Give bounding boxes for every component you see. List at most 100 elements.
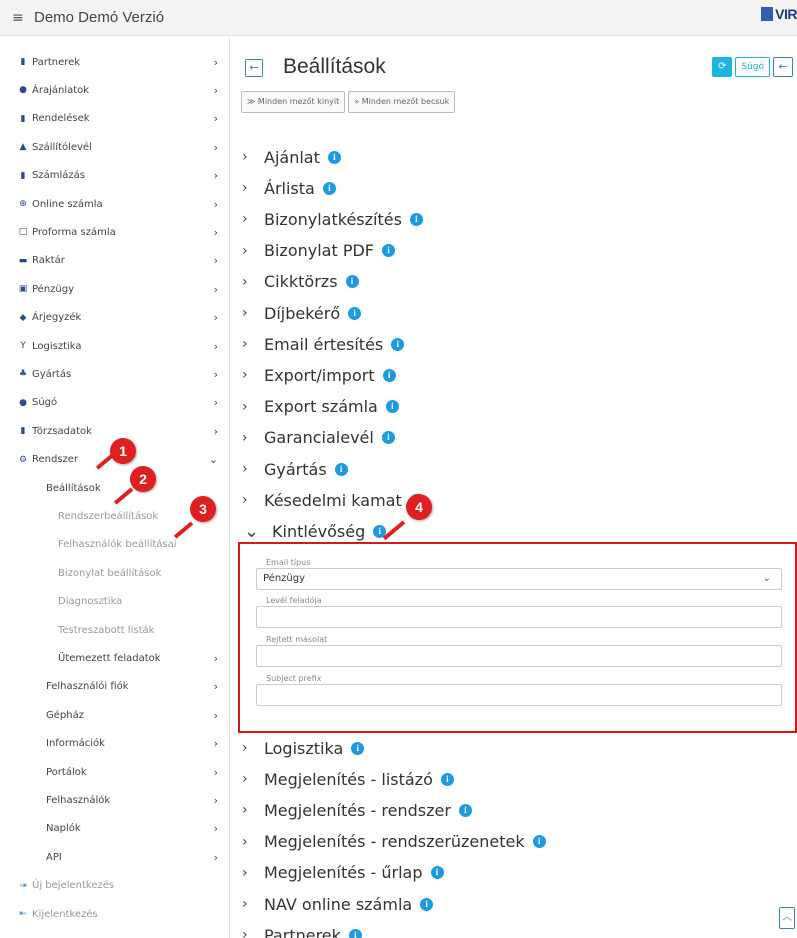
chevron-right-icon: › — [242, 180, 248, 197]
chevron-right-icon: › — [213, 822, 218, 836]
sidebar-item-label: Gyártás — [32, 368, 72, 380]
info-icon[interactable]: i — [382, 368, 396, 382]
sidebar-subitem-label: Portálok — [46, 766, 87, 778]
sidebar-subitem-gephaz[interactable]: Gépház › — [0, 701, 230, 729]
hamburger-menu-icon[interactable]: ≡ — [12, 10, 26, 26]
sidebar-item-sugo[interactable]: ● Súgó › — [0, 389, 230, 417]
expand-all-button[interactable]: ≫ Minden mezőt kinyit — [241, 91, 346, 113]
delivery-icon: ▲ — [19, 142, 27, 153]
section-email-ertesites[interactable]: › Email értesítés i — [242, 331, 405, 357]
sidebar-subitem-naplok[interactable]: Naplók › — [0, 815, 230, 843]
sidebar-item-szallitolevel[interactable]: ▲ Szállítólevél › — [0, 133, 230, 161]
sidebar-subitem-testreszabott-listak[interactable]: Testreszabott listák — [0, 616, 230, 644]
field-label: Rejtett másolat — [266, 635, 328, 644]
email-type-select[interactable]: Pénzügy ⌄ — [256, 568, 782, 590]
sidebar-subitem-label: Naplók — [46, 823, 81, 835]
info-icon[interactable]: i — [440, 772, 454, 786]
production-icon: ♣ — [18, 369, 28, 380]
section-kintlevoseg[interactable]: ⌄ Kintlévőség i — [242, 518, 387, 544]
sidebar-subitem-informaciok[interactable]: Információk › — [0, 730, 230, 758]
section-kesedelmi-kamat[interactable]: ›Késedelmi kamati — [242, 487, 423, 513]
section-megjelenites-urlap[interactable]: › Megjelenítés - űrlap i — [242, 860, 444, 886]
info-icon[interactable]: i — [327, 150, 341, 164]
chevron-right-icon: › — [242, 429, 248, 446]
sidebar-item-rendelesek[interactable]: ▮ Rendelések › — [0, 105, 230, 133]
sidebar-subitem-portalok[interactable]: Portálok › — [0, 758, 230, 786]
chevron-right-icon: › — [242, 492, 248, 509]
app-logo: VIR — [761, 6, 797, 22]
sidebar-item-szamlazas[interactable]: ▮ Számlázás › — [0, 162, 230, 190]
info-icon[interactable]: i — [430, 866, 444, 880]
info-icon[interactable]: i — [345, 275, 359, 289]
info-icon[interactable]: i — [382, 244, 395, 258]
section-logisztika[interactable]: › Logisztika i — [242, 735, 365, 761]
sidebar-subitem-felhasznalok-beallitasai[interactable]: Felhasználók beállításai — [0, 531, 230, 559]
collapse-all-button[interactable]: » Minden mezőt becsuk — [348, 91, 456, 113]
system-icon: ⚙ — [18, 454, 28, 465]
sidebar-item-gyartas[interactable]: ♣ Gyártás › — [0, 360, 230, 388]
section-nav-online-szamla[interactable]: › NAV online számla i — [242, 891, 434, 917]
back-button[interactable]: ← — [245, 59, 263, 77]
section-cikktorzs[interactable]: › Cikktörzs i — [242, 269, 359, 295]
sidebar-subitem-bizonylat-beallitasok[interactable]: Bizonylat beállítások — [0, 559, 230, 587]
sidebar-item-logisztika[interactable]: Y Logisztika › — [0, 332, 230, 360]
sidebar-item-arjegyzek[interactable]: ◆ Árjegyzék › — [0, 304, 230, 332]
sidebar-item-label: Raktár — [32, 255, 65, 267]
section-dijbekero[interactable]: › Díjbekérő i — [242, 300, 362, 326]
sidebar-subitem-api[interactable]: API › — [0, 843, 230, 871]
sidebar-item-arajanlatok[interactable]: ● Árajánlatok › — [0, 76, 230, 104]
level-feladoja-input[interactable] — [256, 606, 782, 628]
sidebar-item-label: Szállítólevél — [32, 141, 92, 153]
info-icon[interactable]: i — [322, 181, 336, 195]
chevron-right-icon: › — [213, 765, 218, 779]
money-icon: ▣ — [18, 284, 28, 295]
rejtett-masolat-input[interactable] — [256, 645, 782, 667]
section-arlista[interactable]: › Árlista i — [242, 175, 336, 201]
sidebar-subitem-utemezett-feladatok[interactable]: Ütemezett feladatok › — [0, 644, 230, 672]
sidebar-item-raktar[interactable]: ▬ Raktár › — [0, 247, 230, 275]
help-button[interactable]: Súgó — [735, 57, 770, 77]
section-megjelenites-rendszeruzenetek[interactable]: › Megjelenítés - rendszerüzenetek i — [242, 829, 546, 855]
section-ajanlat[interactable]: › Ajánlat i — [242, 144, 341, 170]
toolbar: ≫ Minden mezőt kinyit » Minden mezőt bec… — [241, 91, 456, 113]
info-icon[interactable]: i — [391, 337, 405, 351]
section-partnerek[interactable]: › Partnerek i — [242, 922, 362, 938]
sidebar-kijelentkezes[interactable]: ⇤ Kijelentkezés — [0, 900, 230, 928]
info-icon[interactable]: i — [420, 897, 434, 911]
chevron-down-icon: ⌄ — [208, 453, 218, 467]
section-export-szamla[interactable]: › Export számla i — [242, 394, 399, 420]
sidebar-uj-bejelentkezes[interactable]: ⇥ Új bejelentkezés — [0, 872, 230, 900]
section-label: Logisztika — [264, 738, 344, 758]
section-export-import[interactable]: › Export/import i — [242, 362, 396, 388]
section-megjelenites-listazo[interactable]: › Megjelenítés - listázó i — [242, 766, 454, 792]
sidebar-item-proforma-szamla[interactable]: □ Proforma számla › — [0, 218, 230, 246]
info-icon[interactable]: i — [532, 835, 546, 849]
info-icon[interactable]: i — [348, 306, 362, 320]
section-bizonylatkeszites[interactable]: › Bizonylatkészítés i — [242, 206, 423, 232]
sidebar-subitem-felhasznaloi-fiok[interactable]: Felhasználói fiók › — [0, 673, 230, 701]
sidebar-subitem-diagnosztika[interactable]: Diagnosztika — [0, 588, 230, 616]
info-icon[interactable]: i — [385, 400, 399, 414]
info-icon[interactable]: i — [458, 803, 472, 817]
info-icon[interactable]: i — [381, 431, 395, 445]
section-bizonylat-pdf[interactable]: › Bizonylat PDF i — [242, 238, 395, 264]
sidebar-item-label: Új bejelentkezés — [32, 880, 115, 892]
info-icon[interactable]: i — [409, 212, 423, 226]
section-megjelenites-rendszer[interactable]: › Megjelenítés - rendszer i — [242, 797, 472, 823]
sidebar-item-online-szamla[interactable]: ⊕ Online számla › — [0, 190, 230, 218]
info-icon[interactable]: i — [348, 928, 362, 938]
refresh-button[interactable]: ⟳ — [712, 57, 733, 77]
info-icon[interactable]: i — [334, 462, 348, 476]
section-gyartas[interactable]: › Gyártás i — [242, 456, 348, 482]
sidebar-item-partnerek[interactable]: ▮ Partnerek › — [0, 48, 230, 76]
sidebar-item-penzugy[interactable]: ▣ Pénzügy › — [0, 275, 230, 303]
partner-icon: ▮ — [20, 57, 26, 67]
collapse-panel-button[interactable]: ← — [773, 57, 793, 77]
scroll-top-button[interactable]: ︿ — [779, 907, 795, 929]
sidebar-item-label: Árajánlatok — [32, 84, 90, 96]
subject-prefix-input[interactable] — [256, 684, 782, 706]
section-garancialevel[interactable]: › Garancialevél i — [242, 425, 395, 451]
sidebar-subitem-felhasznalok[interactable]: Felhasználók › — [0, 786, 230, 814]
info-icon[interactable]: i — [351, 741, 365, 755]
logo-text: VIR — [775, 6, 797, 22]
